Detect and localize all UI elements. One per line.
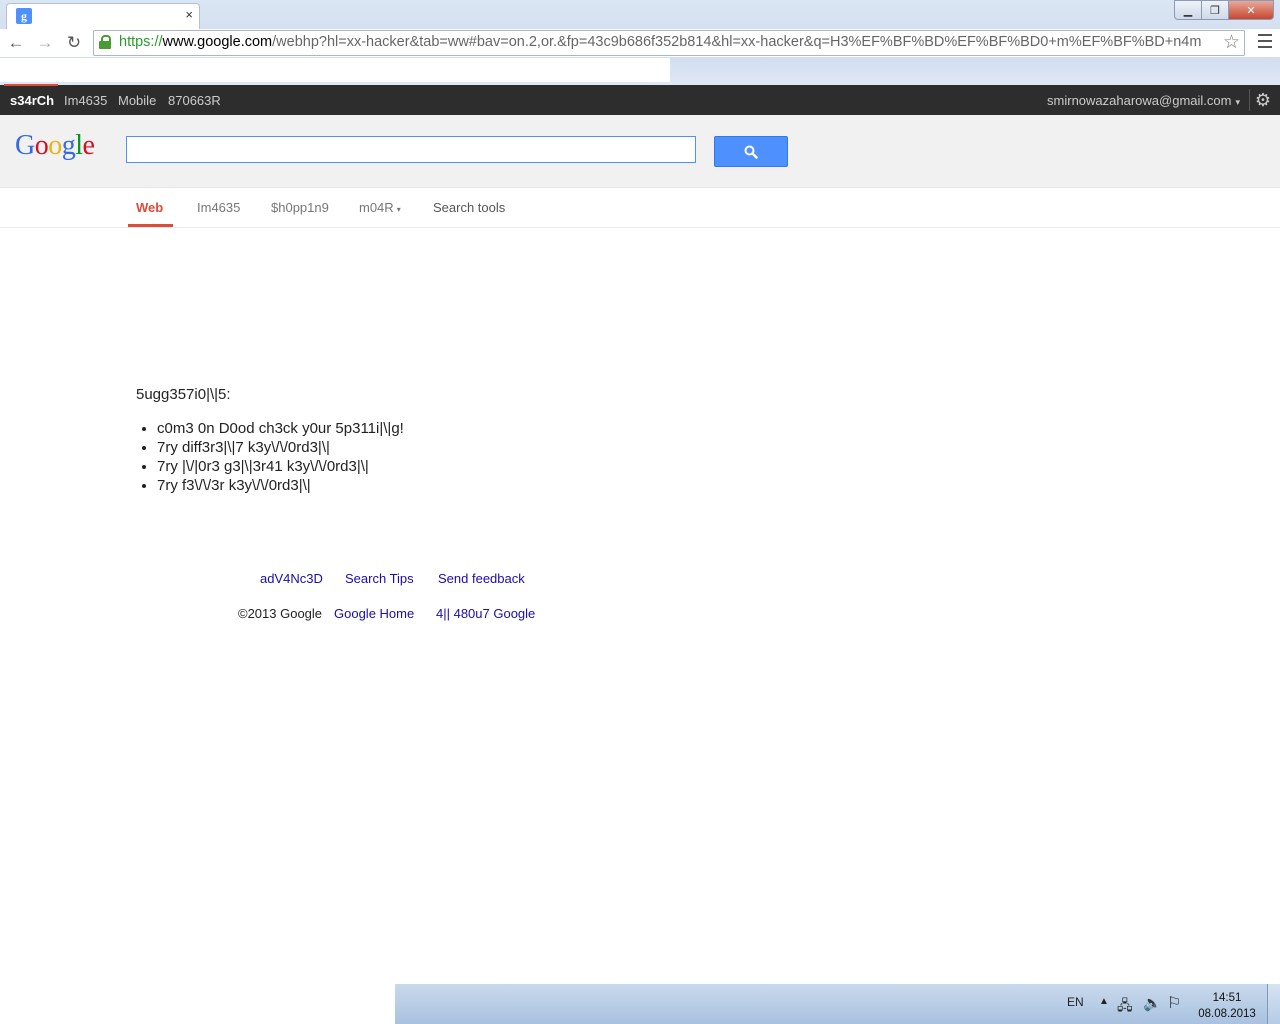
tab-web[interactable]: Web [136,200,163,215]
chevron-down-icon: ▾ [1235,97,1240,107]
list-item: c0m3 0n D0od ch3ck y0ur 5p311i|\|g! [157,419,404,438]
close-window-button[interactable]: ✕ [1229,0,1274,20]
language-indicator[interactable]: EN [1067,995,1084,1009]
google-home-link[interactable]: Google Home [334,606,414,621]
google-bar: s34rCh Im4635 Mobile 870663R smirnowazah… [0,84,1280,115]
divider [1249,89,1250,111]
maximize-button[interactable]: ❐ [1202,0,1229,20]
address-bar[interactable]: https://www.google.com/webhp?hl=xx-hacke… [93,30,1245,56]
reload-icon[interactable]: ↻ [63,32,85,54]
active-tab-indicator [128,224,173,227]
list-item: 7ry diff3r3|\|7 k3y\/\/0rd3|\| [157,438,404,457]
account-menu[interactable]: smirnowazaharowa@gmail.com ▾ [1047,93,1240,108]
tab-close-icon[interactable]: × [185,7,193,22]
chevron-down-icon: ▾ [396,205,401,214]
browser-toolbar: ← → ↻ https://www.google.com/webhp?hl=xx… [0,29,1280,57]
suggestions-list: c0m3 0n D0od ch3ck y0ur 5p311i|\|g! 7ry … [136,419,404,495]
advanced-search-link[interactable]: adV4Nc3D [260,571,323,586]
clock-time: 14:51 [1212,992,1242,1004]
forward-arrow-icon[interactable]: → [34,32,56,54]
window-controls: ▁ ❐ ✕ [1174,0,1274,20]
lock-icon [99,35,111,49]
taskbar: EN ▲ 🖧 🔈 ⚐ 14:51 08.08.2013 [395,984,1280,1024]
tab-more[interactable]: m04R ▾ [359,200,401,215]
list-item: 7ry f3\/\/3r k3y\/\/0rd3|\| [157,476,404,495]
clock-date: 08.08.2013 [1198,1008,1256,1020]
copyright-text: ©2013 Google [238,606,323,621]
browser-chrome: g × ▁ ❐ ✕ ← → ↻ https://www.google.com/w… [0,0,1280,85]
tray-expand-icon[interactable]: ▲ [1099,996,1109,1007]
network-icon[interactable]: 🖧 [1117,995,1133,1019]
url-host: www.google.com [162,34,273,50]
url-path: /webhp?hl=xx-hacker&tab=ww#bav=on.2,or.&… [272,34,1202,50]
search-icon [744,145,758,159]
account-email: smirnowazaharowa@gmail.com [1047,93,1232,108]
search-input[interactable] [126,136,696,163]
about-google-link[interactable]: 4|| 480u7 Google [436,606,535,621]
google-logo[interactable]: Google [15,130,95,162]
gbar-images-link[interactable]: Im4635 [64,93,107,108]
back-arrow-icon[interactable]: ← [5,32,27,54]
google-favicon-icon: g [16,8,32,24]
browser-menu-icon[interactable] [1258,32,1272,48]
bookmarks-bar [0,58,670,82]
tab-search-tools[interactable]: Search tools [433,200,505,215]
minimize-button[interactable]: ▁ [1174,0,1202,20]
tab-more-label: m04R [359,200,394,215]
action-center-flag-icon[interactable]: ⚐ [1167,993,1181,1013]
gbar-more-link[interactable]: 870663R [168,93,221,108]
search-header: Google [0,115,1280,188]
url-scheme: https:// [119,34,163,50]
taskbar-blank-area [0,984,395,1024]
search-tips-link[interactable]: Search Tips [345,571,414,586]
url-text[interactable]: https://www.google.com/webhp?hl=xx-hacke… [119,34,1214,50]
gear-icon[interactable]: ⚙ [1255,90,1271,110]
clock[interactable]: 14:51 08.08.2013 [1195,990,1259,1022]
tab-images[interactable]: Im4635 [197,200,240,215]
tab-shopping[interactable]: $h0pp1n9 [271,200,329,215]
send-feedback-link[interactable]: Send feedback [438,571,525,586]
volume-icon[interactable]: 🔈 [1143,994,1162,1012]
suggestions-heading: 5ugg357i0|\|5: [136,386,231,403]
gbar-mobile-link[interactable]: Mobile [118,93,156,108]
bookmark-star-icon[interactable]: ☆ [1223,31,1240,54]
browser-tab[interactable]: g × [6,3,200,29]
gbar-search-link[interactable]: s34rCh [3,84,59,108]
suggestions-block: 5ugg357i0|\|5: c0m3 0n D0od ch3ck y0ur 5… [136,386,404,495]
show-desktop-button[interactable] [1267,984,1280,1024]
search-button[interactable] [714,136,788,167]
search-tabs: Web Im4635 $h0pp1n9 m04R ▾ Search tools [0,187,1280,228]
list-item: 7ry |\/|0r3 g3|\|3r41 k3y\/\/0rd3|\| [157,457,404,476]
